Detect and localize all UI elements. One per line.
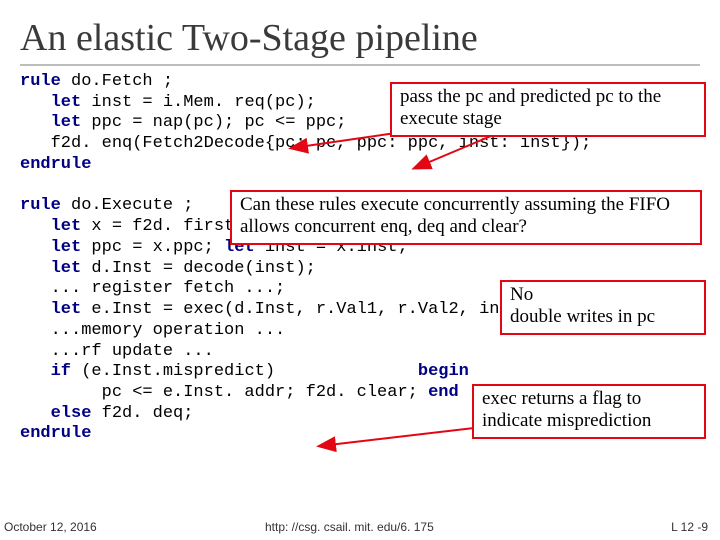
callout-no-double-writes: No double writes in pc xyxy=(500,280,706,335)
kw-endrule: endrule xyxy=(20,155,91,174)
code-l8b: ppc = x.ppc; xyxy=(81,238,224,257)
kw-rule: rule xyxy=(20,196,61,215)
kw-let: let xyxy=(20,217,81,236)
code-l6b: do.Execute ; xyxy=(61,196,194,215)
callout-pass-pc: pass the pc and predicted pc to the exec… xyxy=(390,82,706,137)
code-l13: ...rf update ... xyxy=(20,342,214,361)
footer-url: http: //csg. csail. mit. edu/6. 175 xyxy=(265,520,434,534)
callout-exec-flag: exec returns a flag to indicate mispredi… xyxy=(472,384,706,439)
kw-if: if xyxy=(20,362,71,381)
title-divider xyxy=(20,64,700,66)
code-l14b: (e.Inst.mispredict) xyxy=(71,362,418,381)
code-l10: ... register fetch ...; xyxy=(20,279,295,298)
kw-endrule: endrule xyxy=(20,424,91,443)
kw-rule: rule xyxy=(20,72,61,91)
kw-begin: begin xyxy=(418,362,469,381)
callout-double-writes: double writes in pc xyxy=(510,306,655,327)
code-l3b: ppc = nap(pc); pc <= ppc; xyxy=(81,113,346,132)
kw-let: let xyxy=(20,300,81,319)
code-l9b: d.Inst = decode(inst); xyxy=(81,259,316,278)
footer-page: L 12 -9 xyxy=(671,520,708,534)
kw-else: else xyxy=(20,404,91,423)
kw-let: let xyxy=(20,93,81,112)
code-l2b: inst = i.Mem. req(pc); xyxy=(81,93,316,112)
code-l4: f2d. enq(Fetch2Decode{pc: pc, ppc: ppc, … xyxy=(20,134,591,153)
code-l1b: do.Fetch ; xyxy=(61,72,173,91)
kw-end: end xyxy=(428,383,459,402)
code-l12: ...memory operation ... xyxy=(20,321,285,340)
code-l7b: x = f2d. first; xyxy=(81,217,254,236)
slide-title: An elastic Two-Stage pipeline xyxy=(20,16,700,60)
kw-let: let xyxy=(20,113,81,132)
code-l15a: pc <= e.Inst. addr; f2d. clear; xyxy=(20,383,428,402)
callout-concurrent-question: Can these rules execute concurrently ass… xyxy=(230,190,702,245)
code-l16b: f2d. deq; xyxy=(91,404,193,423)
callout-no: No xyxy=(510,284,533,305)
kw-let: let xyxy=(20,238,81,257)
kw-let: let xyxy=(20,259,81,278)
footer-date: October 12, 2016 xyxy=(4,520,97,534)
